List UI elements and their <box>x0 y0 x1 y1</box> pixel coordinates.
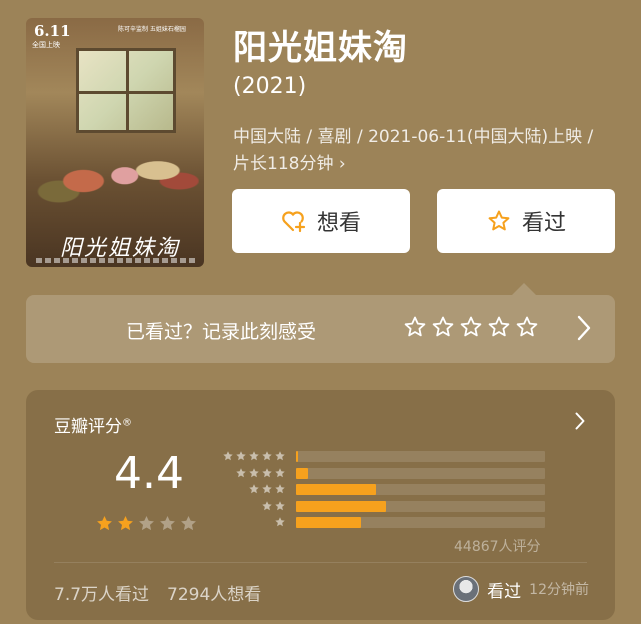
star-empty-icon <box>137 514 156 537</box>
movie-poster[interactable]: 6.11 全国上映 陈可辛监制 五姐妹石榴园 阳光姐妹淘 <box>26 18 204 267</box>
bubble-notch <box>512 283 536 295</box>
star-outline-icon[interactable] <box>459 315 483 343</box>
rating-bar-track <box>296 500 545 512</box>
rating-bar-fill <box>296 517 361 528</box>
rating-count: 44867人评分 <box>454 539 541 555</box>
rating-bar-fill <box>296 451 299 462</box>
record-prompt: 已看过？记录此刻感受 <box>126 321 317 343</box>
poster-tagline: 陈可辛监制 五姐妹石榴园 <box>118 26 186 33</box>
rating-score: 4.4 <box>114 448 184 499</box>
rating-bar-fill <box>296 467 309 479</box>
star-level-icons <box>222 450 286 462</box>
want-to-watch-button[interactable]: 想看 <box>232 189 410 253</box>
star-outline-icon[interactable] <box>403 315 427 343</box>
star-empty-icon <box>179 514 198 537</box>
poster-date-sub: 全国上映 <box>32 41 60 49</box>
star-outline-icon[interactable] <box>487 315 511 343</box>
star-level-icons <box>222 516 286 528</box>
movie-year: (2021) <box>233 74 307 99</box>
watched-count: 7.7万人看过 <box>54 585 150 605</box>
poster-credits <box>36 258 196 263</box>
activity-time: 12分钟前 <box>529 582 589 598</box>
chevron-right-icon[interactable] <box>575 412 585 434</box>
heart-plus-icon <box>281 208 307 234</box>
star-outline-icon[interactable] <box>431 315 455 343</box>
rating-bar-fill <box>296 500 386 512</box>
seen-button[interactable]: 看过 <box>437 189 615 253</box>
recent-activity[interactable]: 看过 12分钟前 <box>453 576 589 602</box>
activity-label: 看过 <box>487 581 522 602</box>
record-stars[interactable] <box>403 315 539 343</box>
rating-stars <box>95 514 198 537</box>
rating-bar-track <box>296 517 545 528</box>
want-label: 想看 <box>316 211 361 236</box>
star-outline-icon[interactable] <box>515 315 539 343</box>
movie-title: 阳光姐妹淘 <box>233 28 408 68</box>
star-filled-icon <box>116 514 135 537</box>
star-level-icons <box>222 467 286 479</box>
wanted-count: 7294人想看 <box>167 585 262 605</box>
divider <box>54 562 587 563</box>
poster-figures <box>34 118 199 223</box>
star-filled-icon <box>95 514 114 537</box>
star-outline-icon <box>486 208 512 234</box>
rating-title: 豆瓣评分® <box>54 417 132 437</box>
rating-bar-fill <box>296 484 376 495</box>
record-feeling-bar[interactable]: 已看过？记录此刻感受 <box>26 295 615 363</box>
rating-bar-track <box>296 451 545 462</box>
movie-meta-line1: 中国大陆 / 喜剧 / 2021-06-11(中国大陆)上映 / <box>233 127 594 147</box>
star-empty-icon <box>158 514 177 537</box>
watch-stats: 7.7万人看过 7294人想看 <box>54 580 261 605</box>
rating-card[interactable]: 豆瓣评分® 4.4 44867人评分 7.7万人看过 7294人想看 看过 12… <box>26 390 615 620</box>
seen-label: 看过 <box>521 211 566 236</box>
chevron-right-icon[interactable] <box>577 315 591 345</box>
avatar[interactable] <box>453 576 480 602</box>
movie-meta-line2[interactable]: 片长118分钟 › <box>233 151 633 178</box>
movie-meta[interactable]: 中国大陆 / 喜剧 / 2021-06-11(中国大陆)上映 / 片长118分钟… <box>233 124 633 178</box>
star-level-icons <box>222 483 286 495</box>
star-level-icons <box>222 500 286 512</box>
rating-bar-track <box>296 467 545 479</box>
rating-bar-track <box>296 484 545 495</box>
poster-date: 6.11 <box>34 22 71 40</box>
